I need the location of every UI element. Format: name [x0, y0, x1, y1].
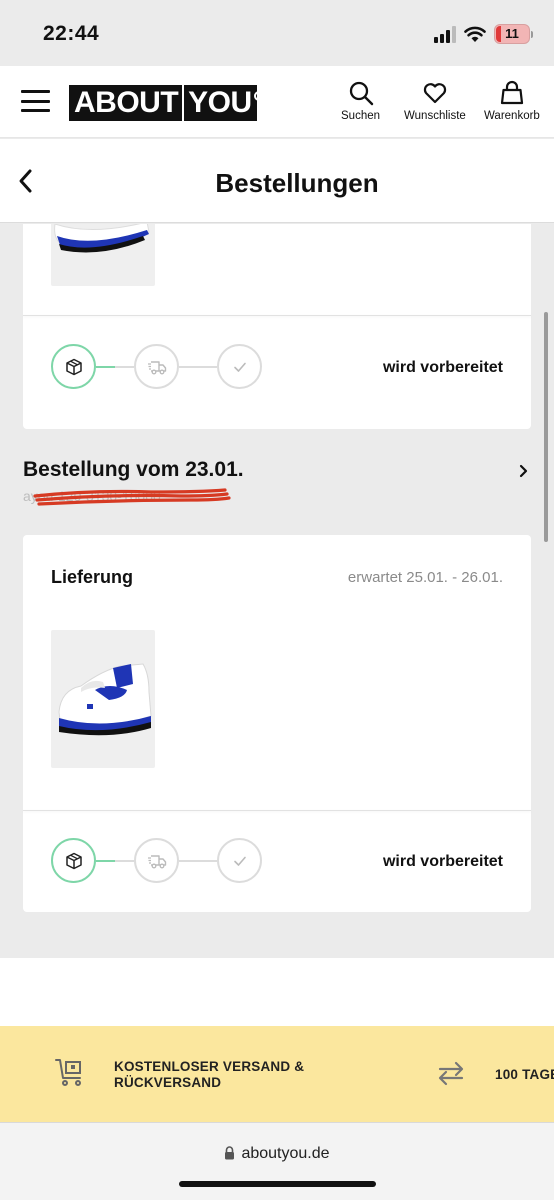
heart-icon [423, 83, 447, 104]
page-title: Bestellungen [215, 168, 379, 198]
wifi-icon [464, 26, 486, 42]
sneaker-image [54, 224, 150, 253]
battery-icon: 11 [494, 24, 533, 44]
step-shipped [134, 838, 179, 883]
search-icon [349, 81, 373, 106]
redaction-scribble [33, 488, 231, 506]
order-card[interactable]: wird vorbereitet [23, 224, 531, 429]
about-you-logo[interactable]: ABOUT YOU [69, 85, 264, 121]
step-delivered [217, 838, 262, 883]
delivery-progress [51, 838, 262, 883]
title-bar: Bestellungen [0, 139, 554, 223]
cart-label: Warenkorb [484, 110, 540, 122]
package-icon [65, 852, 82, 869]
status-bar: 22:44 11 [0, 0, 554, 66]
url-text: aboutyou.de [241, 1145, 330, 1162]
promo-banner: KOSTENLOSER VERSAND & RÜCKVERSAND 100 TA… [0, 1026, 554, 1122]
step-shipped [134, 344, 179, 389]
status-icons: 11 [434, 24, 533, 44]
sneaker-image [58, 663, 152, 736]
exchange-arrows-icon [438, 1061, 464, 1086]
product-thumbnail[interactable] [51, 630, 155, 768]
app-header: ABOUT YOU Suchen Wunschliste Warenkorb [0, 66, 554, 138]
delivery-date: erwartet 25.01. - 26.01. [347, 569, 503, 586]
signal-icon [434, 25, 456, 43]
page-spacer [0, 958, 554, 1026]
step-delivered [217, 344, 262, 389]
order-status: wird vorbereitet [382, 359, 503, 376]
package-icon [65, 358, 82, 375]
order-card[interactable]: Lieferung erwartet 25.01. - 26.01. wird … [23, 535, 531, 912]
wishlist-button[interactable]: Wunschliste [404, 80, 466, 122]
check-icon [233, 362, 246, 372]
order-header[interactable]: Bestellung vom 23.01. ayou-120-3130-1600… [23, 458, 531, 506]
browser-url-bar[interactable]: aboutyou.de [0, 1122, 554, 1200]
promo-return-days-text: 100 TAGE [495, 1067, 554, 1082]
check-icon [233, 856, 246, 866]
truck-icon [147, 854, 166, 868]
cart-return-icon [55, 1059, 81, 1086]
search-button[interactable]: Suchen [341, 80, 380, 122]
lock-icon [225, 1146, 235, 1160]
search-label: Suchen [341, 110, 381, 122]
order-status: wird vorbereitet [382, 853, 503, 870]
menu-icon[interactable] [21, 90, 50, 112]
step-prepared [51, 838, 96, 883]
order-title: Bestellung vom 23.01. [23, 458, 244, 481]
home-indicator[interactable] [179, 1181, 376, 1187]
status-time: 22:44 [43, 22, 100, 45]
url-field[interactable]: aboutyou.de [0, 1145, 554, 1163]
chevron-right-icon[interactable] [519, 464, 529, 478]
truck-icon [147, 360, 166, 374]
delivery-progress [51, 344, 262, 389]
wishlist-label: Wunschliste [404, 110, 466, 122]
delivery-label: Lieferung [51, 567, 134, 587]
order-number: ayou-120-3130-16000 [23, 488, 531, 506]
promo-shipping-text: KOSTENLOSER VERSAND & RÜCKVERSAND [114, 1059, 305, 1090]
cart-button[interactable]: Warenkorb [484, 80, 540, 122]
scrollbar[interactable] [544, 312, 548, 542]
orders-list: wird vorbereitet Bestellung vom 23.01. a… [0, 224, 554, 958]
product-thumbnail[interactable] [51, 224, 155, 286]
step-prepared [51, 344, 96, 389]
bag-icon [500, 80, 524, 105]
